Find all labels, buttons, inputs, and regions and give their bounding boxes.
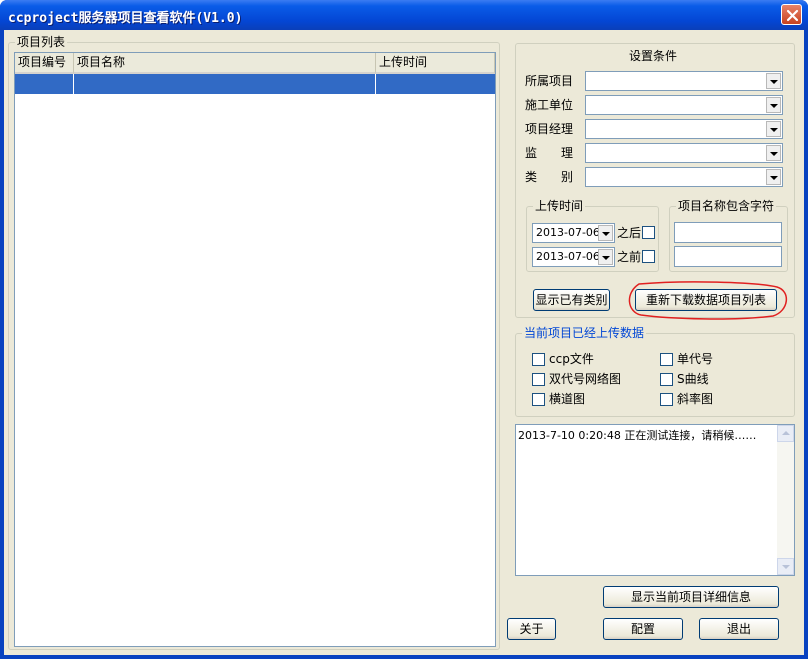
table-cell (74, 74, 376, 94)
checkbox-label-double-code-network: 双代号网络图 (549, 372, 622, 386)
close-icon (786, 9, 799, 22)
checkbox-slope[interactable] (660, 393, 673, 406)
column-header-name[interactable]: 项目名称 (74, 53, 376, 74)
checkbox-label-slope: 斜率图 (677, 392, 714, 406)
project-list-group: 项目列表 项目编号 项目名称 上传时间 (8, 35, 500, 650)
chevron-down-icon[interactable] (598, 225, 613, 241)
scroll-up-icon[interactable] (777, 425, 794, 442)
project-list-label: 项目列表 (15, 35, 68, 49)
after-label: 之后 (617, 226, 642, 240)
name-contains-group: 项目名称包含字符 (669, 199, 788, 272)
before-checkbox[interactable] (642, 250, 655, 263)
uploaded-data-label: 当前项目已经上传数据 (522, 326, 647, 340)
config-button[interactable]: 配置 (603, 618, 683, 640)
after-checkbox[interactable] (642, 226, 655, 239)
table-cell (376, 74, 495, 94)
field-label-supervisor: 监 理 (525, 146, 574, 160)
uploaded-data-group: 当前项目已经上传数据 ccp文件 单代号 双代号网络图 S曲线 横道图 斜率图 (515, 326, 795, 417)
checkbox-single-code[interactable] (660, 353, 673, 366)
chevron-down-icon[interactable] (766, 97, 781, 113)
field-label-project: 所属项目 (525, 74, 574, 88)
app-window: ccproject服务器项目查看软件(V1.0) 项目列表 项目编号 项目名称 … (0, 0, 808, 659)
project-list-view[interactable]: 项目编号 项目名称 上传时间 (14, 52, 496, 647)
title-bar[interactable]: ccproject服务器项目查看软件(V1.0) (0, 0, 808, 30)
checkbox-label-ccp-file: ccp文件 (549, 352, 594, 366)
red-circle-annotation (628, 281, 787, 320)
log-line: 2013-7-10 0:20:48 正在测试连接，请稍候…… (518, 429, 757, 442)
checkbox-ccp-file[interactable] (532, 353, 545, 366)
scroll-down-icon[interactable] (777, 558, 794, 575)
checkbox-gantt[interactable] (532, 393, 545, 406)
project-combo[interactable] (585, 71, 783, 91)
checkbox-label-s-curve: S曲线 (677, 372, 709, 386)
chevron-down-icon[interactable] (766, 145, 781, 161)
exit-button[interactable]: 退出 (699, 618, 779, 640)
field-label-contractor: 施工单位 (525, 98, 574, 112)
table-row-selected[interactable] (15, 74, 495, 94)
upload-time-group: 上传时间 2013-07-06 之后 2013-07-06 之前 (526, 199, 659, 272)
before-date-value: 2013-07-06 (536, 250, 600, 263)
upload-time-label: 上传时间 (533, 199, 586, 213)
show-detail-button[interactable]: 显示当前项目详细信息 (603, 586, 779, 608)
window-title: ccproject服务器项目查看软件(V1.0) (8, 11, 243, 26)
client-area: 项目列表 项目编号 项目名称 上传时间 设置条件 所属项目 施工单位 项目经理 … (4, 30, 804, 655)
chevron-down-icon[interactable] (766, 73, 781, 89)
checkbox-label-single-code: 单代号 (677, 352, 714, 366)
log-textarea[interactable]: 2013-7-10 0:20:48 正在测试连接，请稍候…… (515, 424, 795, 576)
field-label-manager: 项目经理 (525, 122, 574, 136)
contractor-combo[interactable] (585, 95, 783, 115)
checkbox-s-curve[interactable] (660, 373, 673, 386)
column-header-id[interactable]: 项目编号 (15, 53, 74, 74)
before-label: 之前 (617, 250, 642, 264)
chevron-down-icon[interactable] (766, 169, 781, 185)
table-cell (15, 74, 74, 94)
after-date-value: 2013-07-06 (536, 226, 600, 239)
column-header-upload-time[interactable]: 上传时间 (376, 53, 495, 74)
supervisor-combo[interactable] (585, 143, 783, 163)
chevron-down-icon[interactable] (598, 249, 613, 265)
before-date-picker[interactable]: 2013-07-06 (532, 247, 615, 267)
close-button[interactable] (781, 4, 802, 25)
list-header: 项目编号 项目名称 上传时间 (15, 53, 495, 74)
conditions-title: 设置条件 (629, 49, 678, 63)
checkbox-label-gantt: 横道图 (549, 392, 586, 406)
name-contains-input-1[interactable] (674, 222, 782, 243)
name-contains-label: 项目名称包含字符 (676, 199, 777, 213)
after-date-picker[interactable]: 2013-07-06 (532, 223, 615, 243)
name-contains-input-2[interactable] (674, 246, 782, 267)
conditions-panel: 设置条件 所属项目 施工单位 项目经理 监 理 类 别 上传时间 2013-07… (515, 43, 795, 320)
manager-combo[interactable] (585, 119, 783, 139)
log-scrollbar[interactable] (777, 425, 794, 575)
checkbox-double-code-network[interactable] (532, 373, 545, 386)
category-combo[interactable] (585, 167, 783, 187)
field-label-category: 类 别 (525, 170, 574, 184)
show-categories-button[interactable]: 显示已有类别 (533, 289, 610, 311)
about-button[interactable]: 关于 (507, 618, 556, 640)
chevron-down-icon[interactable] (766, 121, 781, 137)
